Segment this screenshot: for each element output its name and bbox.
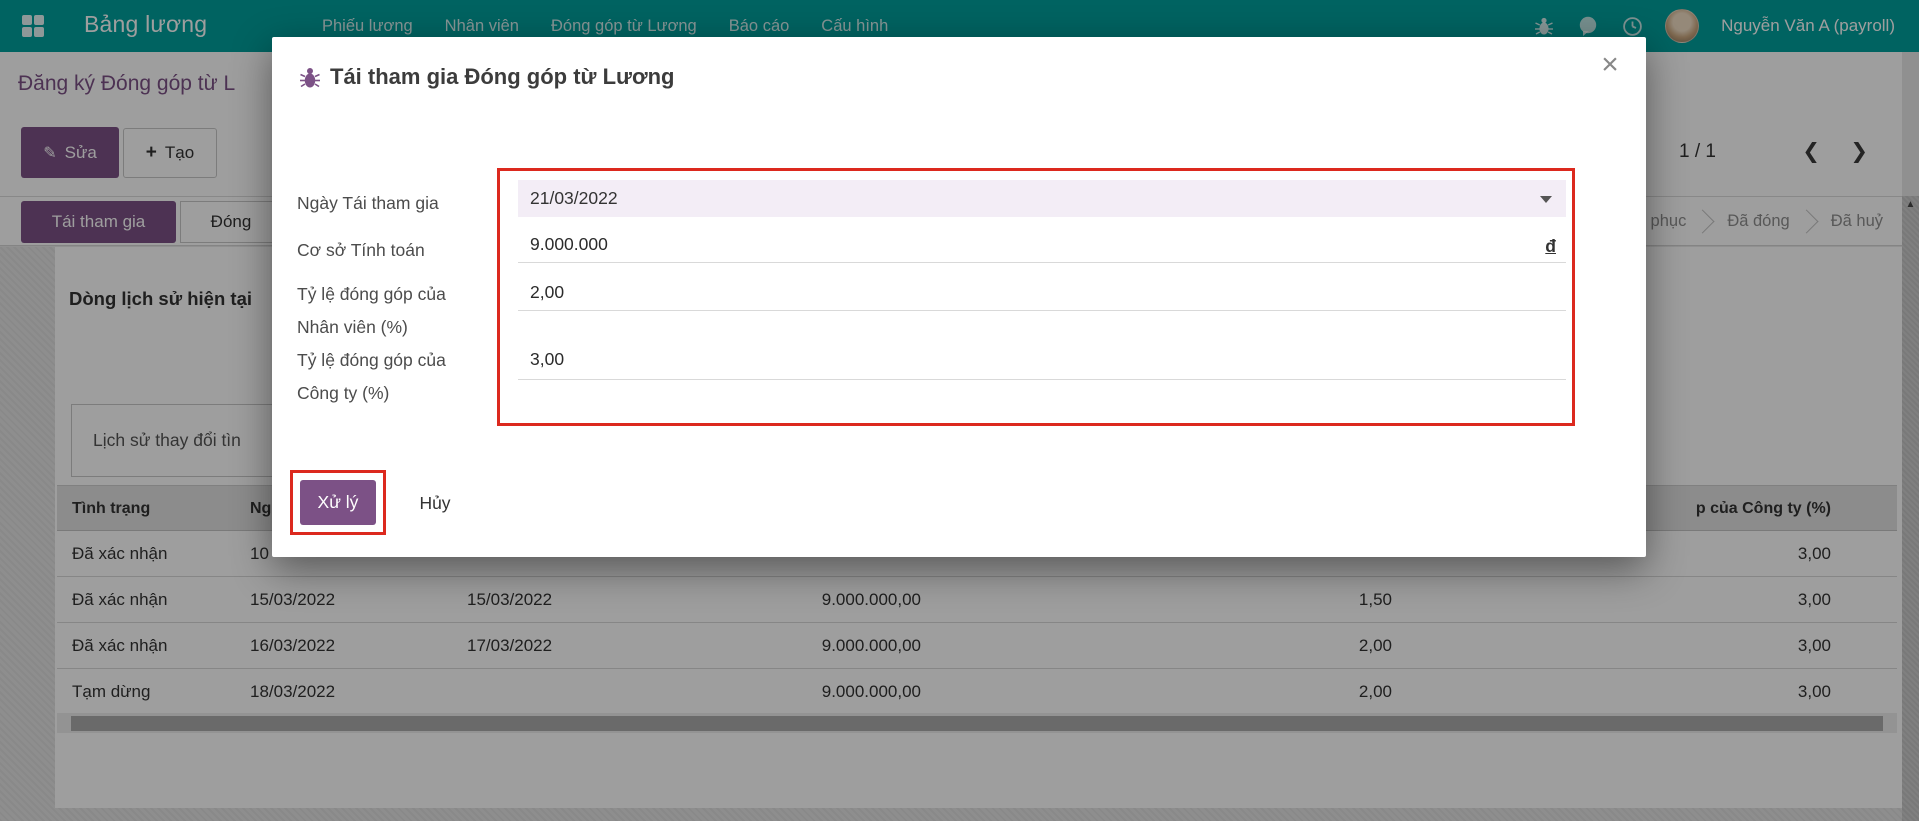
dialog-title: Tái tham gia Đóng góp từ Lương [330,64,674,90]
field-label-employee-rate: Tỷ lệ đóng góp của Nhân viên (%) [297,278,489,344]
screen: Bảng lương Phiếu lương Nhân viên Đóng gó… [0,0,1919,821]
employee-rate-input[interactable]: 2,00 [518,274,1566,311]
cancel-button[interactable]: Hủy [405,485,465,521]
currency-symbol: đ [1545,236,1556,257]
process-button[interactable]: Xử lý [300,480,376,525]
bug-icon [299,66,321,90]
computation-base-value: 9.000.000 [530,234,608,255]
highlight-process-button: Xử lý [290,470,386,535]
rejoin-date-input[interactable]: 21/03/2022 [518,180,1566,217]
company-rate-value: 3,00 [530,349,564,370]
rejoin-dialog: Tái tham gia Đóng góp từ Lương × Ngày Tá… [272,37,1646,557]
field-label-company-rate: Tỷ lệ đóng góp của Công ty (%) [297,344,489,410]
close-icon[interactable]: × [1594,49,1626,81]
caret-down-icon[interactable] [1540,196,1552,203]
company-rate-input[interactable]: 3,00 [518,340,1566,380]
computation-base-input[interactable]: 9.000.000 đ [518,227,1566,263]
field-label-computation-base: Cơ sở Tính toán [297,234,489,267]
employee-rate-value: 2,00 [530,282,564,303]
field-label-rejoin-date: Ngày Tái tham gia [297,187,489,220]
rejoin-date-value: 21/03/2022 [530,188,618,209]
